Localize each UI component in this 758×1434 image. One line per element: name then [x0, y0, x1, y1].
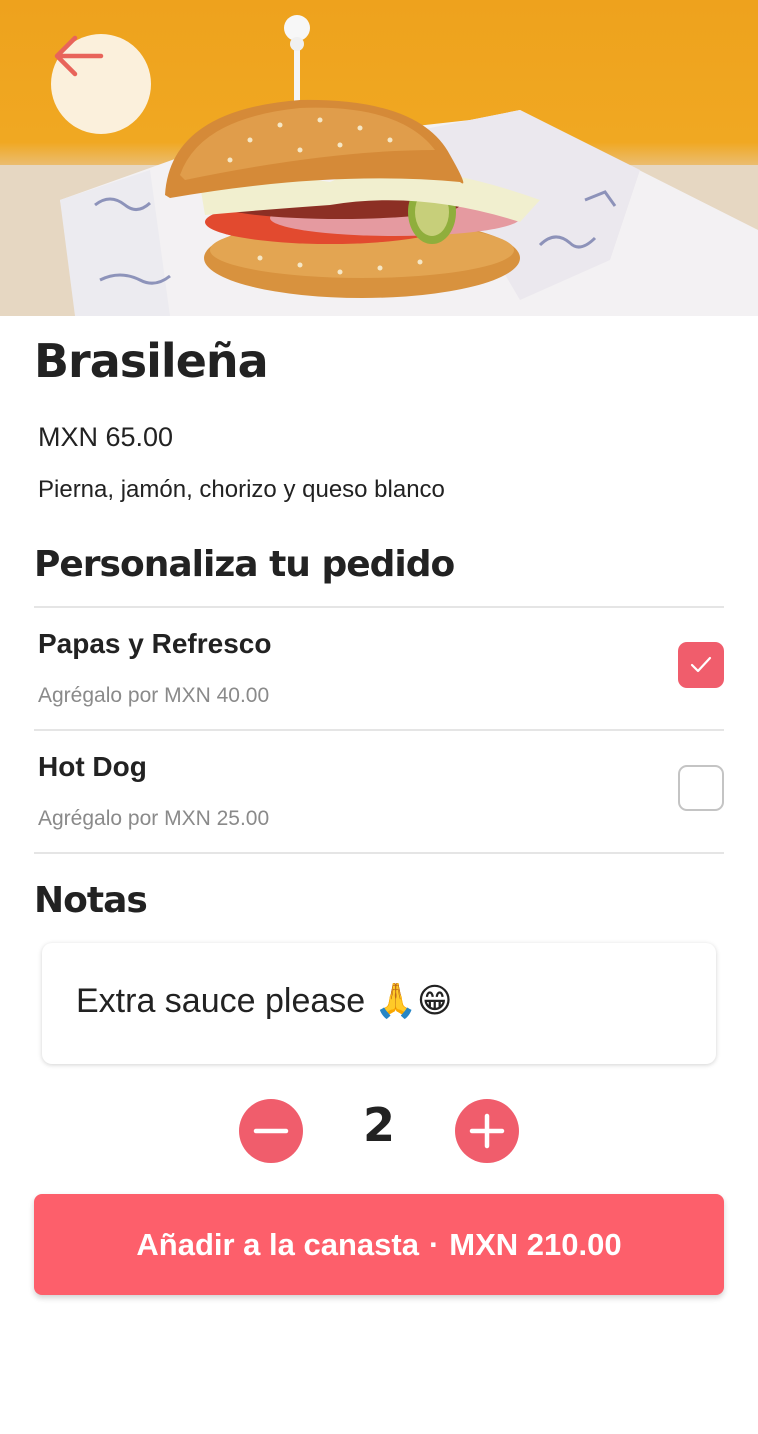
add-button-label: Añadir a la canasta	[136, 1226, 419, 1262]
increment-button[interactable]	[455, 1099, 519, 1163]
quantity-value: 2	[362, 1098, 395, 1152]
minus-icon	[253, 1128, 289, 1134]
customize-title: Personaliza tu pedido	[34, 544, 455, 585]
check-icon	[690, 656, 712, 673]
option-name: Hot Dog	[38, 751, 147, 782]
product-image	[0, 0, 758, 316]
product-price: MXN 65.00	[38, 422, 174, 452]
option-row-papas-y-refresco[interactable]: Papas y Refresco Agrégalo por MXN 40.00	[34, 608, 724, 729]
option-checkbox-papas-y-refresco[interactable]	[678, 642, 724, 688]
notes-title: Notas	[34, 880, 148, 921]
add-button-total: MXN 210.00	[449, 1226, 622, 1262]
divider	[34, 852, 724, 854]
arrow-left-icon	[54, 35, 104, 77]
option-row-hot-dog[interactable]: Hot Dog Agrégalo por MXN 25.00	[34, 731, 724, 852]
option-checkbox-hot-dog[interactable]	[678, 765, 724, 811]
option-price: Agrégalo por MXN 40.00	[38, 684, 270, 707]
decrement-button[interactable]	[239, 1099, 303, 1163]
option-name: Papas y Refresco	[38, 628, 272, 659]
back-button[interactable]	[51, 34, 151, 134]
plus-icon	[469, 1113, 505, 1149]
add-to-basket-button[interactable]: Añadir a la canasta · MXN 210.00	[34, 1194, 724, 1295]
notes-input[interactable]: Extra sauce please 🙏😁	[42, 943, 716, 1064]
add-button-separator: ·	[428, 1226, 440, 1262]
option-price: Agrégalo por MXN 25.00	[38, 807, 270, 830]
product-title: Brasileña	[34, 334, 269, 388]
product-description: Pierna, jamón, chorizo y queso blanco	[38, 476, 445, 503]
